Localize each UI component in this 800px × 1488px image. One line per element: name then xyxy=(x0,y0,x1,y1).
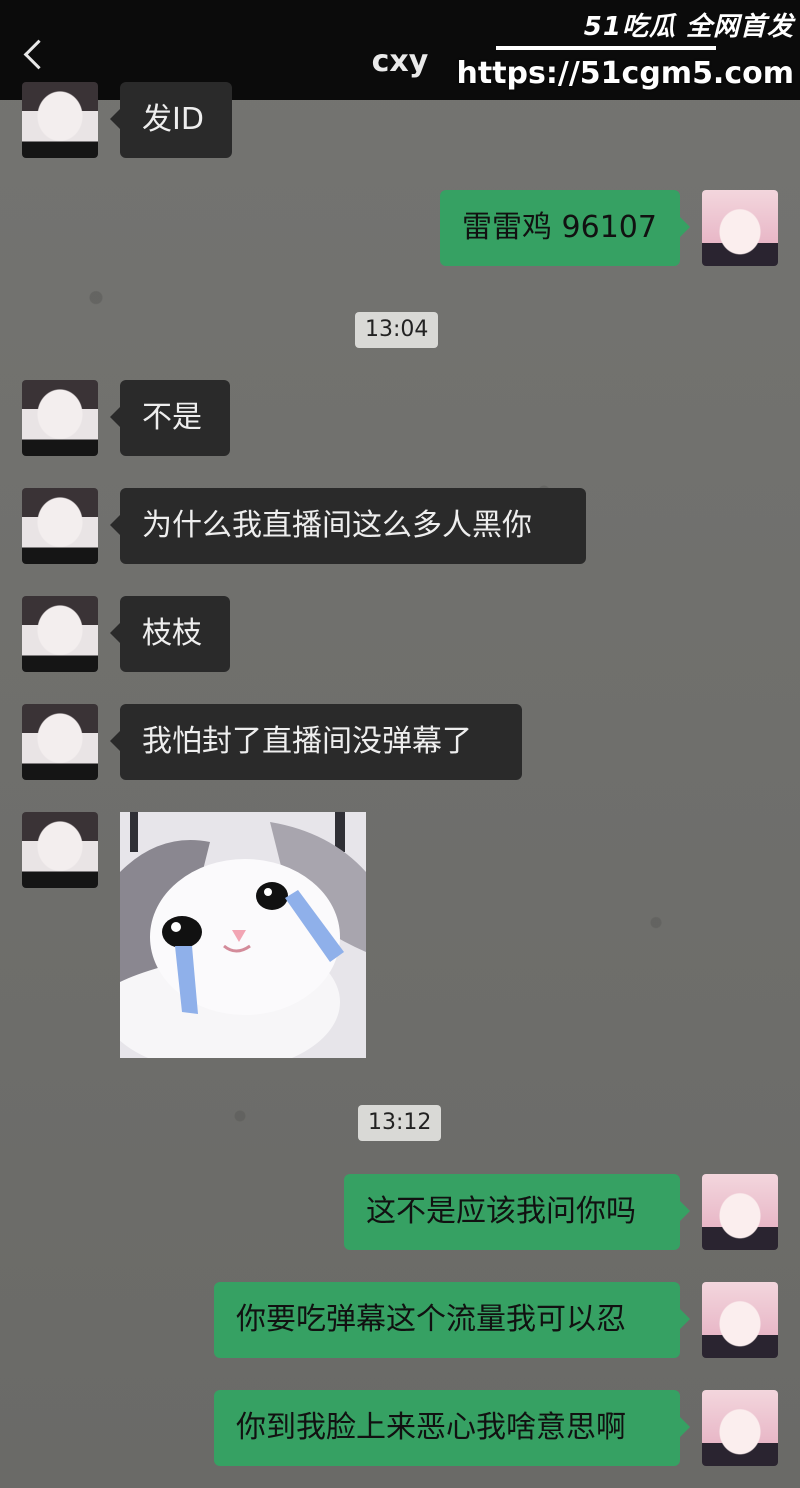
my-avatar[interactable] xyxy=(702,1390,778,1466)
watermark: 51吃瓜 全网首发 https://51cgm5.com xyxy=(457,6,796,98)
message-bubble-sent[interactable]: 雷雷鸡 96107 xyxy=(440,190,690,266)
message-bubble-received[interactable]: 发ID xyxy=(110,82,232,158)
message-bubble-received[interactable]: 为什么我直播间这么多人黑你 xyxy=(110,488,586,564)
contact-avatar[interactable] xyxy=(22,380,98,456)
timestamp: 13:12 xyxy=(358,1105,442,1141)
timestamp: 13:04 xyxy=(355,312,439,348)
watermark-url: https://51cgm5.com xyxy=(456,56,794,91)
message-bubble-received[interactable]: 不是 xyxy=(110,380,230,456)
contact-avatar[interactable] xyxy=(22,704,98,780)
my-avatar[interactable] xyxy=(702,190,778,266)
watermark-line xyxy=(496,46,716,50)
contact-avatar[interactable] xyxy=(22,82,98,158)
message-bubble-received[interactable]: 我怕封了直播间没弹幕了 xyxy=(110,704,522,780)
my-avatar[interactable] xyxy=(702,1282,778,1358)
message-bubble-received[interactable]: 枝枝 xyxy=(110,596,230,672)
watermark-logo: 51吃瓜 全网首发 xyxy=(583,12,794,42)
message-bubble-sent[interactable]: 你到我脸上来恶心我啥意思啊 xyxy=(214,1390,690,1466)
my-avatar[interactable] xyxy=(702,1174,778,1250)
contact-avatar[interactable] xyxy=(22,596,98,672)
message-bubble-sent[interactable]: 这不是应该我问你吗 xyxy=(344,1174,690,1250)
crying-cat-icon xyxy=(120,812,366,1058)
message-bubble-sent[interactable]: 你要吃弹幕这个流量我可以忍 xyxy=(214,1282,690,1358)
contact-avatar[interactable] xyxy=(22,812,98,888)
contact-avatar[interactable] xyxy=(22,488,98,564)
crying-cat-sticker[interactable] xyxy=(120,812,366,1058)
